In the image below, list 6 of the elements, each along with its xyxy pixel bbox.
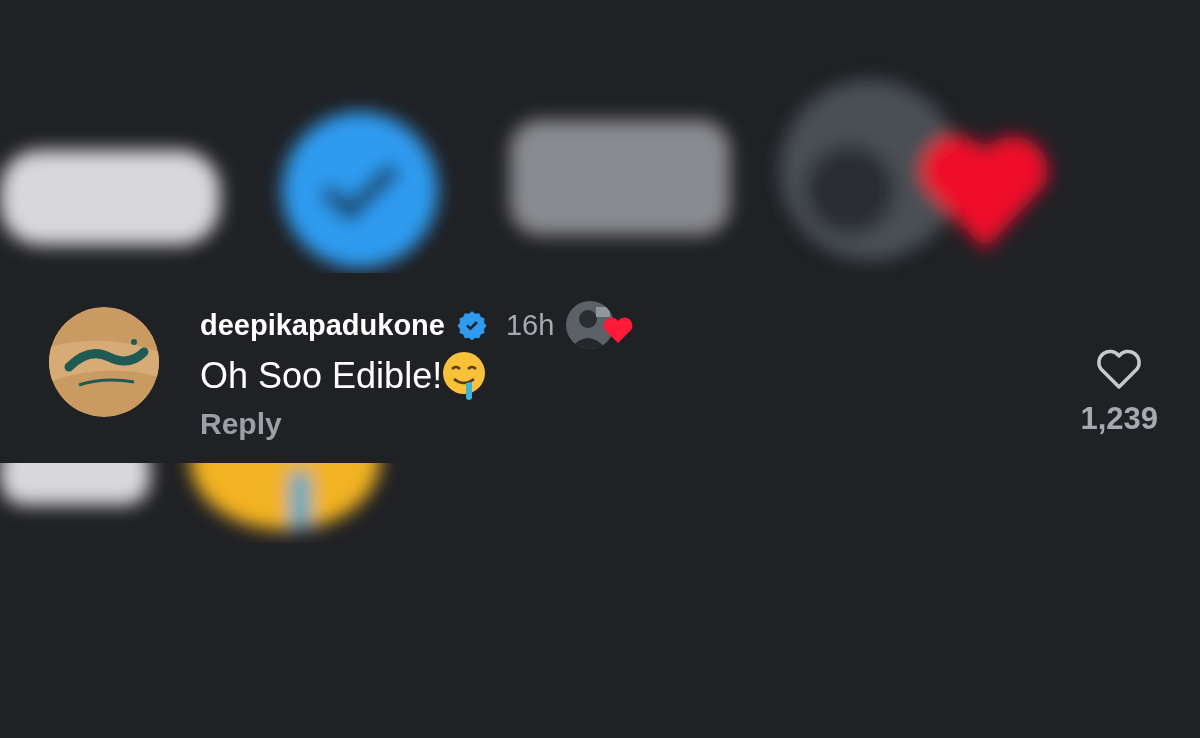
timestamp: 16h [505,310,555,340]
comment-text: Oh Soo Edible! [200,358,443,394]
drooling-face-icon [442,351,487,401]
username-link[interactable]: deepikapadukone [200,310,445,340]
like-count: 1,239 [1080,403,1158,434]
reply-link[interactable]: Reply [200,407,282,440]
